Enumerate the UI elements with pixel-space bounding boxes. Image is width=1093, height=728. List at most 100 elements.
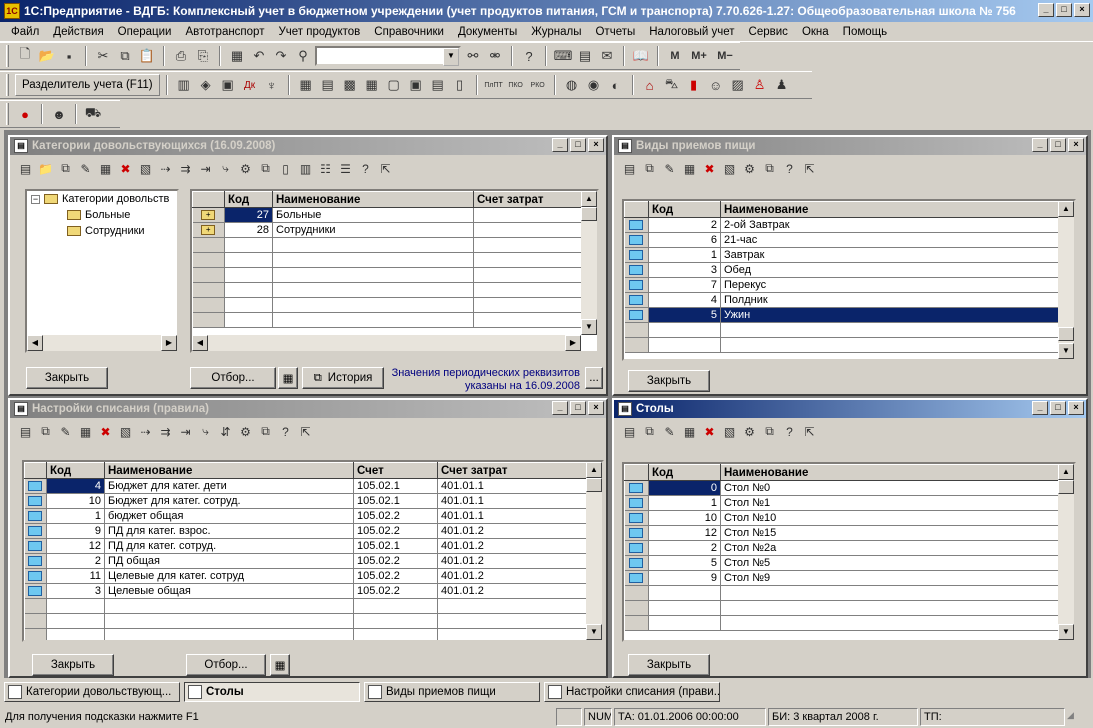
close-button[interactable]: × [1068, 138, 1084, 152]
resize-grip-icon[interactable]: ◢ [1067, 710, 1081, 724]
tree-node-patients[interactable]: Больные [67, 209, 130, 221]
maximize-button[interactable]: □ [1050, 401, 1066, 415]
tables-grid[interactable]: Код Наименование 0 Стол №0 1 Стол №1 10 Сто… [622, 462, 1076, 642]
copy-icon[interactable]: ⧉ [115, 46, 135, 66]
hierarchy-icon[interactable]: ⤷ [216, 159, 235, 178]
task-tables[interactable]: Столы [184, 682, 360, 702]
undo-icon[interactable]: ↶ [249, 46, 269, 66]
table-row[interactable]: 10 Бюджет для катег. сотруд. 105.02.1 401.0… [24, 493, 589, 509]
context-help-icon[interactable]: ⇱ [376, 159, 395, 178]
memory-mminus-button[interactable]: М− [713, 46, 737, 66]
window-tables-titlebar[interactable]: ▤ Столы _ □ × [614, 400, 1086, 418]
filter-icon[interactable]: ⚙ [236, 159, 255, 178]
house-icon[interactable]: ⌂ [640, 75, 660, 95]
income-order-icon[interactable]: ПКО [506, 75, 526, 95]
context-help-icon[interactable]: ⇱ [296, 422, 315, 441]
move-icon[interactable]: ⇢ [156, 159, 175, 178]
menu-food-accounting[interactable]: Учет продуктов [271, 26, 367, 38]
edit-row-icon[interactable]: ▦ [76, 422, 95, 441]
new-document-icon[interactable]: 🗋 [15, 46, 35, 66]
grid-toggle-icon[interactable]: ▦ [278, 367, 298, 389]
rules-grid[interactable]: Код Наименование Счет Счет затрат 4 Бюдже… [22, 460, 604, 642]
people-icon[interactable]: ☺ [706, 75, 726, 95]
copy-list-icon[interactable]: ⧉ [256, 422, 275, 441]
menu-journals[interactable]: Журналы [524, 26, 588, 38]
window-rules-titlebar[interactable]: ▤ Настройки списания (правила) _ □ × [10, 400, 606, 418]
close-form-button[interactable]: Закрыть [628, 654, 710, 676]
maximize-button[interactable]: □ [570, 401, 586, 415]
table-row[interactable]: 5 Стол №5 [624, 555, 1061, 571]
table-row[interactable]: 1 Стол №1 [624, 495, 1061, 511]
binoculars-icon[interactable]: ⚲ [293, 46, 313, 66]
grid-vscroll[interactable]: ▲ ▼ [1058, 464, 1074, 640]
chart-icon[interactable]: ▥ [174, 75, 194, 95]
tree-icon[interactable]: ♆ [262, 75, 282, 95]
history-icon[interactable]: ▥ [296, 159, 315, 178]
copy-list-icon[interactable]: ⧉ [256, 159, 275, 178]
table-row[interactable]: 1 бюджет общая 105.02.2 401.01.1 [24, 508, 589, 524]
sort-icon[interactable]: ⇵ [216, 422, 235, 441]
column-code[interactable]: Код [224, 191, 273, 208]
person-walk-icon[interactable]: ♟ [772, 75, 792, 95]
edit-icon[interactable]: ✎ [76, 159, 95, 178]
tree-hscroll[interactable]: ◀ ▶ [27, 335, 177, 351]
window-categories-titlebar[interactable]: ▤ Категории довольствующихся (16.09.2008… [10, 137, 606, 155]
book-icon[interactable]: 📖 [631, 46, 651, 66]
column-name[interactable]: Наименование [720, 464, 1061, 481]
close-button[interactable]: × [588, 138, 604, 152]
search-combo[interactable] [315, 46, 461, 66]
maximize-button[interactable]: □ [1056, 3, 1072, 17]
globe-icon[interactable]: ◍ [562, 75, 582, 95]
users-icon[interactable]: ☻ [49, 104, 69, 124]
categories-tree[interactable]: − Категории довольств Больные Сотрудники… [25, 189, 179, 353]
memory-mplus-button[interactable]: М+ [687, 46, 711, 66]
minimize-button[interactable]: _ [1038, 3, 1054, 17]
table-row[interactable]: 9 ПД для катег. взрос. 105.02.2 401.01.2 [24, 523, 589, 539]
table-row[interactable]: 3 Целевые общая 105.02.2 401.01.2 [24, 583, 589, 599]
copy-row-icon[interactable]: ⧉ [640, 422, 659, 441]
close-form-button[interactable]: Закрыть [32, 654, 114, 676]
find-prev-icon[interactable]: ⚮ [485, 46, 505, 66]
column-code[interactable]: Код [46, 462, 105, 479]
menu-tax[interactable]: Налоговый учет [642, 26, 741, 38]
table-row[interactable]: 0 Стол №0 [624, 480, 1061, 496]
filter-button[interactable]: Отбор... [186, 654, 266, 676]
column-name[interactable]: Наименование [104, 462, 354, 479]
menu-autotransport[interactable]: Автотранспорт [178, 26, 271, 38]
table-row[interactable]: 2 Стол №2а [624, 540, 1061, 556]
message-icon[interactable]: ✉ [597, 46, 617, 66]
table2-icon[interactable]: ▤ [318, 75, 338, 95]
menu-reports[interactable]: Отчеты [588, 26, 642, 38]
color-ball-icon[interactable]: ◉ [584, 75, 604, 95]
grid-vscroll[interactable]: ▲ ▼ [586, 462, 602, 640]
edit-icon[interactable]: ✎ [56, 422, 75, 441]
column-account[interactable]: Счет [353, 462, 438, 479]
table-row[interactable]: 7 Перекус [624, 277, 1061, 293]
menu-references[interactable]: Справочники [367, 26, 451, 38]
move-icon[interactable]: ⇢ [136, 422, 155, 441]
filter-icon[interactable]: ⚙ [236, 422, 255, 441]
edit-icon[interactable]: ✎ [660, 422, 679, 441]
mark-delete-icon[interactable]: ▧ [136, 159, 155, 178]
box-icon[interactable]: ◈ [196, 75, 216, 95]
truck-icon[interactable]: ⛟ [83, 104, 103, 124]
add-icon[interactable]: ▤ [16, 159, 35, 178]
delete-icon[interactable]: ✖ [96, 422, 115, 441]
table-row[interactable]: 3 Обед [624, 262, 1061, 278]
table-row[interactable]: 4 Бюджет для катег. дети 105.02.1 401.01.1 [24, 478, 589, 494]
column-name[interactable]: Наименование [720, 201, 1061, 218]
pay-order-icon[interactable]: ПлПТ [484, 75, 504, 95]
task-meals[interactable]: Виды приемов пищи [364, 682, 540, 702]
column-cost-account[interactable]: Счет затрат [437, 462, 589, 479]
table1-icon[interactable]: ▦ [296, 75, 316, 95]
calendar-icon[interactable]: ▤ [575, 46, 595, 66]
help-icon[interactable]: ? [780, 159, 799, 178]
column-code[interactable]: Код [648, 201, 721, 218]
table-row[interactable]: 4 Полдник [624, 292, 1061, 308]
grid-vscroll[interactable]: ▲ ▼ [581, 191, 597, 335]
cut-icon[interactable]: ✂ [93, 46, 113, 66]
minimize-button[interactable]: _ [552, 138, 568, 152]
help-icon[interactable]: ? [356, 159, 375, 178]
delete-icon[interactable]: ✖ [700, 422, 719, 441]
menu-operations[interactable]: Операции [111, 26, 179, 38]
